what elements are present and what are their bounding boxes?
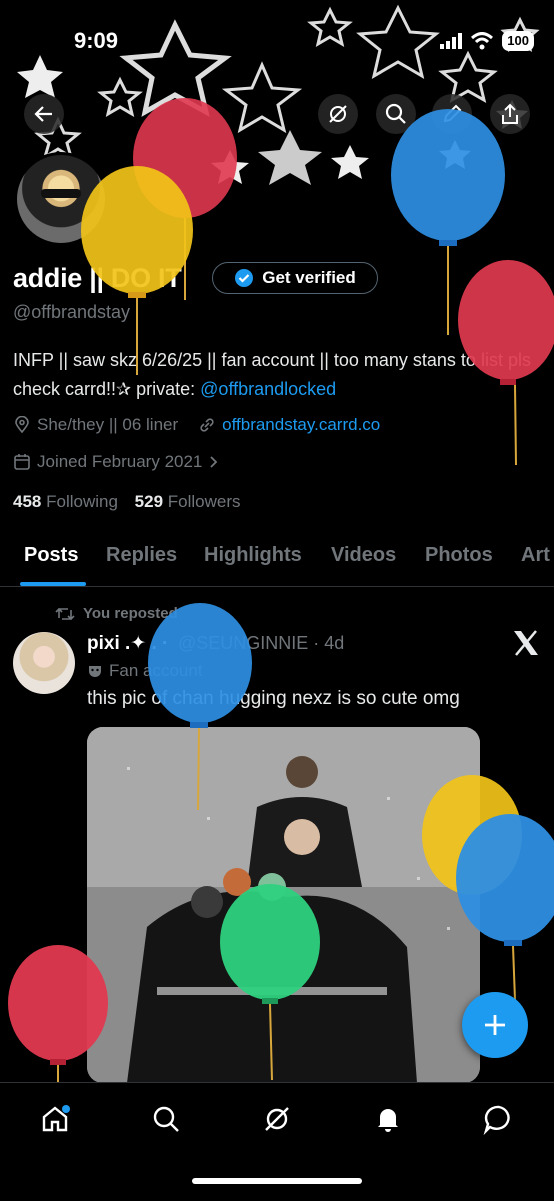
profile-joined: Joined February 2021 xyxy=(37,452,203,471)
back-button[interactable] xyxy=(24,94,64,134)
repost-label: You reposted xyxy=(83,605,178,622)
chevron-right-icon xyxy=(210,456,218,468)
chat-bubble-icon xyxy=(483,1105,510,1135)
profile-joined-row[interactable]: Joined February 2021 xyxy=(13,452,220,472)
profile-avatar[interactable] xyxy=(14,152,108,246)
battery-indicator: 100 xyxy=(502,31,534,51)
share-icon xyxy=(502,103,518,124)
profile-tabs: Posts Replies Highlights Videos Photos A… xyxy=(0,530,554,587)
followers-label: Followers xyxy=(167,492,241,511)
profile-website-link[interactable]: offbrandstay.carrd.co xyxy=(222,415,380,435)
display-name: addie || DO IT xyxy=(13,263,182,293)
plus-icon xyxy=(485,1015,505,1035)
calendar-icon xyxy=(14,454,30,470)
search-icon xyxy=(385,103,406,124)
nav-home[interactable] xyxy=(37,1101,73,1137)
bio-mention-link[interactable]: @offbrandlocked xyxy=(200,379,336,399)
following-count: 458 xyxy=(13,492,42,511)
get-verified-label: Get verified xyxy=(262,268,356,287)
search-icon xyxy=(153,1106,179,1132)
edit-button[interactable] xyxy=(432,94,472,134)
post-author-avatar[interactable] xyxy=(13,632,75,694)
bell-icon xyxy=(378,1109,398,1132)
repost-icon xyxy=(55,607,75,620)
follow-stats: 458 Following 529 Followers xyxy=(13,492,241,512)
home-icon xyxy=(42,1105,70,1132)
post-text: this pic of chan hugging nexz is so cute… xyxy=(87,688,460,709)
post-fan-label: Fan account xyxy=(87,661,203,681)
verified-badge-icon xyxy=(235,269,254,287)
post-author-handle[interactable]: @SEUNGINNIE · 4d xyxy=(178,633,344,654)
profile-handle: @offbrandstay xyxy=(13,302,131,322)
tab-videos[interactable]: Videos xyxy=(331,544,396,567)
profile-location: She/they || 06 liner xyxy=(37,415,179,434)
tab-art[interactable]: Art xyxy=(521,544,550,567)
grok-button[interactable] xyxy=(318,94,358,134)
location-icon xyxy=(15,416,29,434)
tab-posts[interactable]: Posts xyxy=(24,544,78,567)
profile-meta-row: She/they || 06 liner offbrandstay.carrd.… xyxy=(13,415,380,435)
pencil-icon xyxy=(443,104,462,123)
wifi-icon xyxy=(471,32,494,50)
avatar-glasses xyxy=(41,189,81,198)
status-time: 9:09 xyxy=(74,28,119,53)
arrow-left-icon xyxy=(34,106,52,122)
tab-photos[interactable]: Photos xyxy=(425,544,493,567)
x-logo-icon xyxy=(512,630,540,663)
tab-highlights[interactable]: Highlights xyxy=(204,544,302,567)
grok-icon xyxy=(265,1107,289,1131)
get-verified-button[interactable]: Get verified xyxy=(212,262,378,294)
photo-content xyxy=(87,727,480,1083)
status-icons: 100 xyxy=(440,30,534,52)
signal-icon xyxy=(440,33,463,49)
nav-notifications[interactable] xyxy=(370,1101,406,1137)
fan-account-label: Fan account xyxy=(109,661,203,680)
nav-grok[interactable] xyxy=(259,1101,295,1137)
mask-icon xyxy=(89,666,101,677)
search-button[interactable] xyxy=(376,94,416,134)
grok-icon xyxy=(329,105,347,123)
nav-search[interactable] xyxy=(148,1101,184,1137)
post-author-name[interactable]: pixi .✦ . · xyxy=(87,632,168,655)
share-button[interactable] xyxy=(490,94,530,134)
profile-bio: INFP || saw skz 6/26/25 || fan account |… xyxy=(13,346,543,404)
followers-count: 529 xyxy=(134,492,164,511)
followers-link[interactable]: 529 Followers xyxy=(135,492,241,511)
following-link[interactable]: 458 Following xyxy=(13,492,118,511)
nav-messages[interactable] xyxy=(481,1101,517,1137)
post-media-image[interactable] xyxy=(87,727,480,1083)
compose-button[interactable] xyxy=(462,992,528,1058)
home-indicator xyxy=(192,1178,362,1184)
active-tab-indicator xyxy=(20,582,86,586)
tab-replies[interactable]: Replies xyxy=(106,544,177,567)
following-label: Following xyxy=(46,492,118,511)
repost-indicator: You reposted xyxy=(55,605,178,622)
link-icon xyxy=(200,418,214,432)
